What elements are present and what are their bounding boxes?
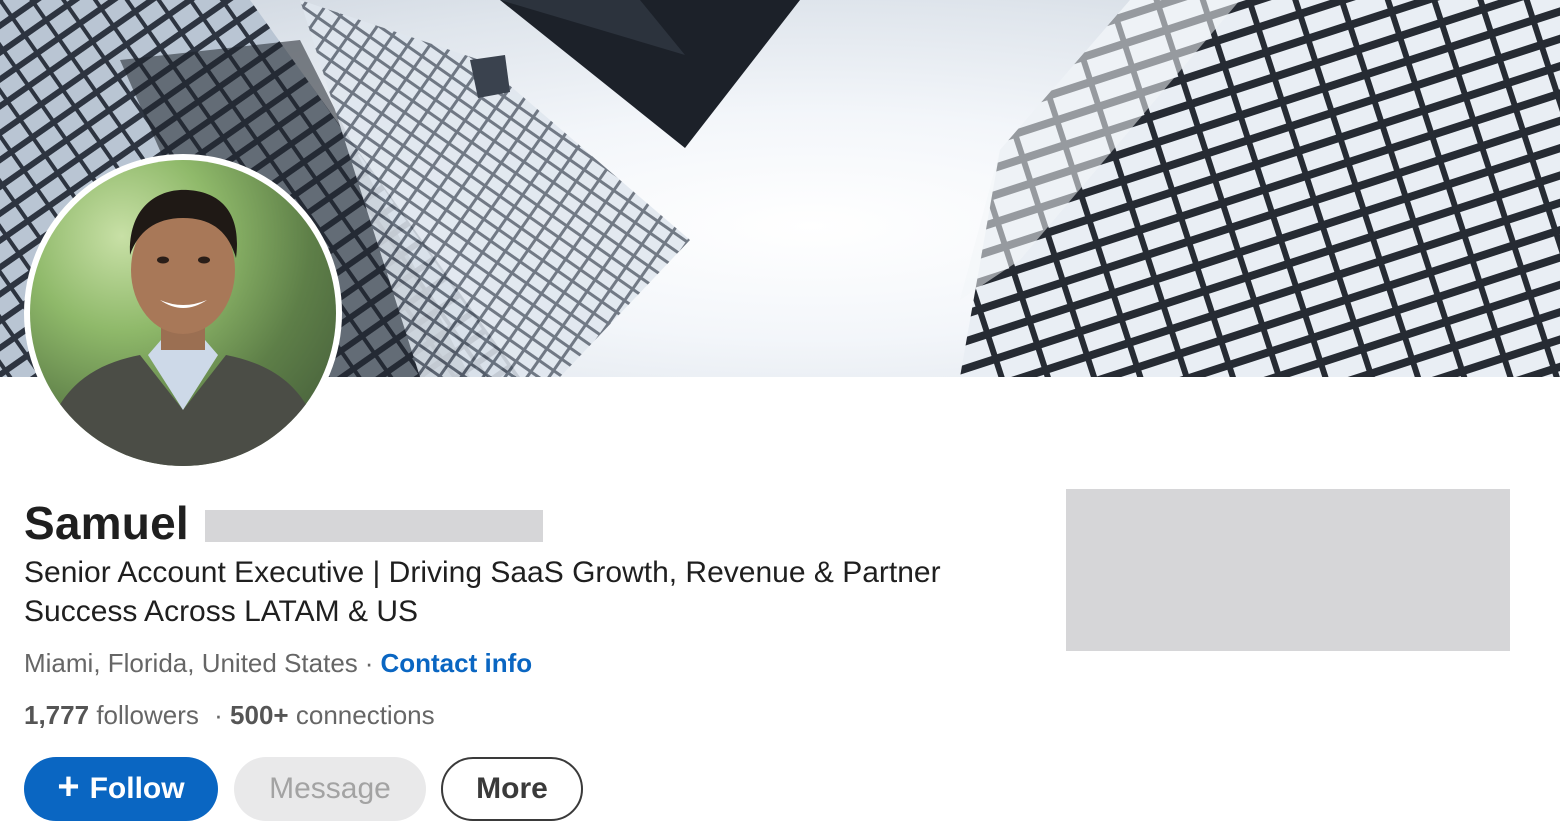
redacted-panel: [1066, 489, 1510, 651]
follow-button[interactable]: + Follow: [24, 757, 218, 821]
profile-photo-image: [30, 160, 336, 466]
followers-count: 1,777: [24, 700, 90, 730]
stats-separator: ·: [214, 700, 223, 730]
person-silhouette: [40, 189, 326, 466]
location-text: Miami, Florida, United States: [24, 648, 358, 678]
followers-label: followers: [96, 700, 199, 730]
more-button[interactable]: More: [441, 757, 583, 821]
connections-count[interactable]: 500+: [230, 700, 289, 730]
redacted-surname: [204, 510, 543, 542]
message-button[interactable]: Message: [234, 757, 426, 821]
more-button-label: More: [476, 772, 548, 805]
profile-headline: Senior Account Executive | Driving SaaS …: [24, 556, 941, 628]
plus-icon: +: [57, 766, 80, 808]
follow-button-label: Follow: [89, 772, 185, 805]
connections-label[interactable]: connections: [296, 700, 435, 730]
profile-name: Samuel: [24, 497, 189, 549]
network-stats: 1,777 followers · 500+ connections: [24, 700, 435, 731]
location-row: Miami, Florida, United States · Contact in…: [24, 648, 532, 679]
location-separator: ·: [364, 648, 374, 678]
message-button-label: Message: [269, 772, 391, 805]
profile-name-row: Samuel: [24, 495, 543, 551]
contact-info-link[interactable]: Contact info: [380, 648, 532, 678]
profile-photo[interactable]: [24, 154, 342, 472]
